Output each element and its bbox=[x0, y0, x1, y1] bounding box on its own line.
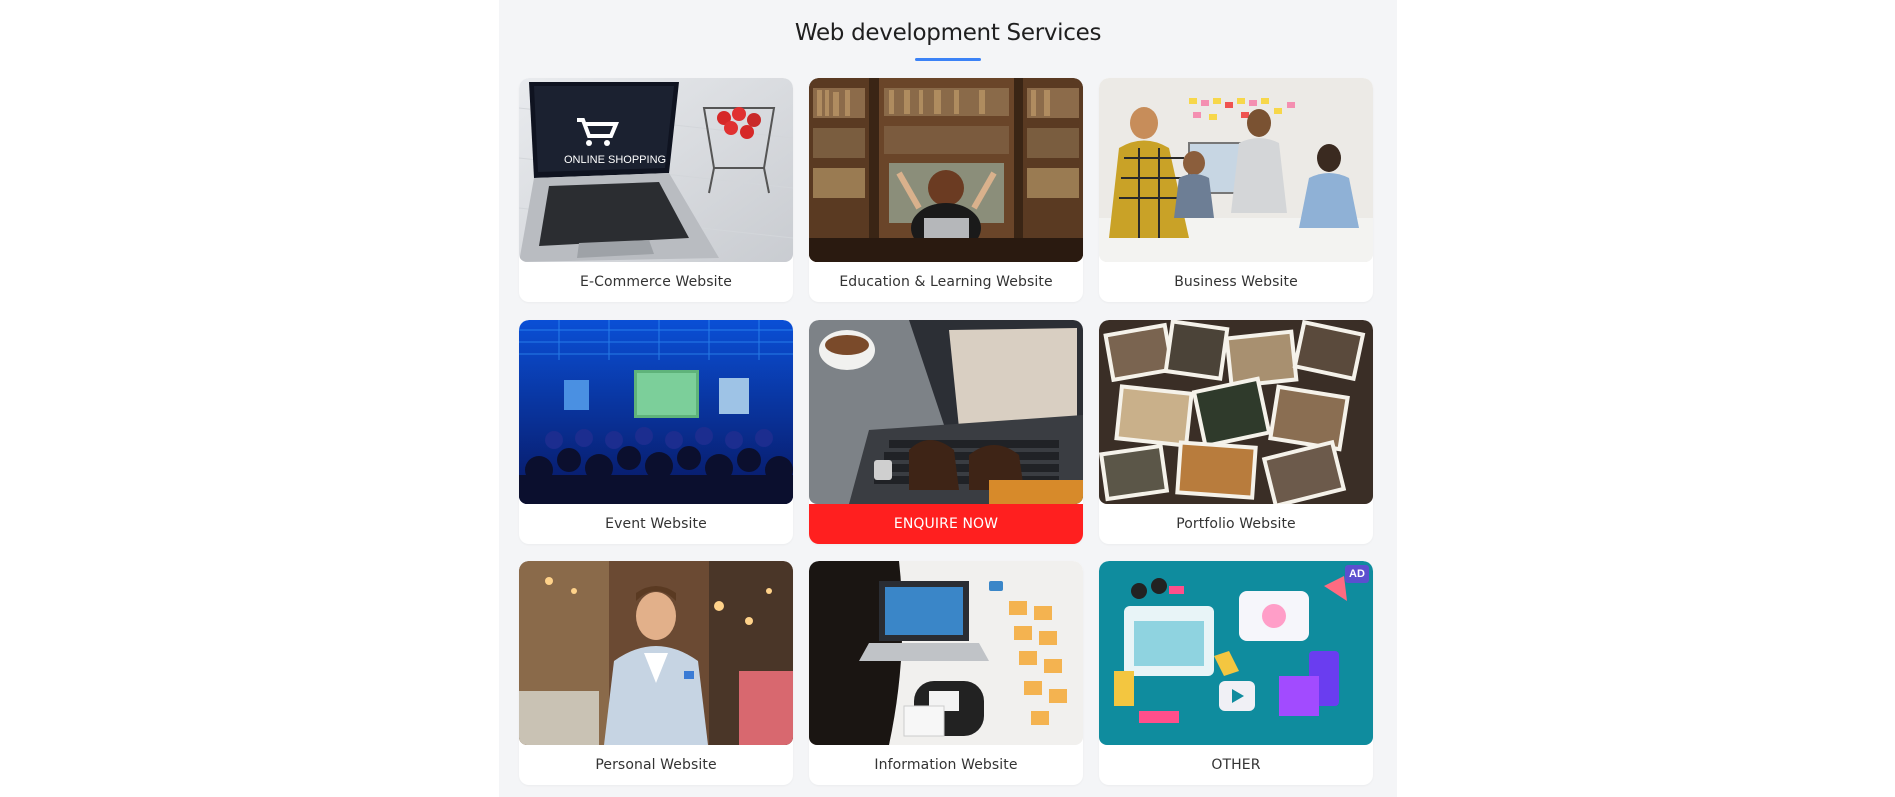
title-underline bbox=[915, 58, 981, 61]
digital-marketing-illustration-image: AD bbox=[1099, 561, 1373, 745]
photo-collage-image bbox=[1099, 320, 1373, 504]
laptop-online-shopping-image: ONLINE SHOPPING bbox=[519, 78, 793, 262]
card-label: E-Commerce Website bbox=[580, 274, 732, 290]
service-card-other[interactable]: AD OTHER bbox=[1099, 561, 1373, 785]
ad-badge: AD bbox=[1345, 565, 1369, 583]
service-card-ecommerce[interactable]: ONLINE SHOPPING E-Commerce Website bbox=[519, 78, 793, 302]
service-card-personal[interactable]: Personal Website bbox=[519, 561, 793, 785]
card-label: Information Website bbox=[874, 757, 1018, 773]
desk-workspace-image bbox=[809, 561, 1083, 745]
card-label: Education & Learning Website bbox=[839, 274, 1053, 290]
enquire-now-button[interactable]: ENQUIRE NOW bbox=[809, 504, 1083, 544]
service-card-information[interactable]: Information Website bbox=[809, 561, 1083, 785]
card-label: OTHER bbox=[1211, 757, 1261, 773]
service-card-education[interactable]: Education & Learning Website bbox=[809, 78, 1083, 302]
man-portrait-restaurant-image bbox=[519, 561, 793, 745]
typing-laptop-image bbox=[809, 320, 1083, 504]
enquire-now-card[interactable]: ENQUIRE NOW bbox=[809, 320, 1083, 544]
card-label: Portfolio Website bbox=[1176, 516, 1296, 532]
business-meeting-image bbox=[1099, 78, 1373, 262]
services-panel: Web development Services ONLINE SHOPPING… bbox=[499, 0, 1397, 797]
service-card-portfolio[interactable]: Portfolio Website bbox=[1099, 320, 1373, 544]
card-label: Business Website bbox=[1174, 274, 1298, 290]
conference-audience-image bbox=[519, 320, 793, 504]
card-label: Event Website bbox=[605, 516, 707, 532]
section-title: Web development Services bbox=[794, 20, 1102, 46]
online-shopping-text: ONLINE SHOPPING bbox=[564, 154, 666, 166]
card-label: Personal Website bbox=[595, 757, 717, 773]
service-card-event[interactable]: Event Website bbox=[519, 320, 793, 544]
service-card-business[interactable]: Business Website bbox=[1099, 78, 1373, 302]
library-student-image bbox=[809, 78, 1083, 262]
